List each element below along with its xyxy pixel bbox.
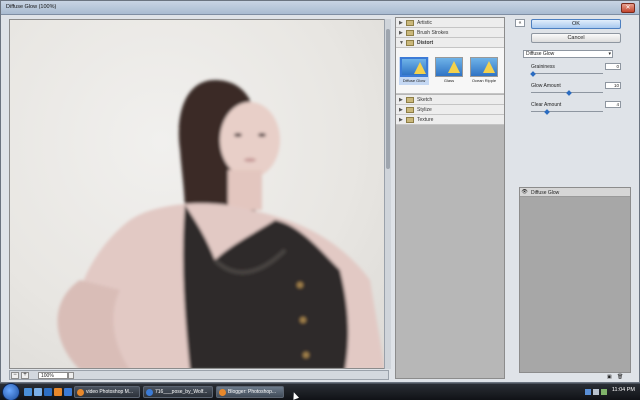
param-label: Graininess [531, 64, 555, 70]
clear-amount-input[interactable]: 4 [605, 101, 621, 108]
category-label: Distort [417, 40, 434, 46]
tray-app-icon[interactable] [601, 389, 607, 395]
folder-icon [406, 117, 414, 123]
layer-footer: ▣ 🗑 [519, 374, 631, 380]
preview-image [10, 20, 388, 368]
folder-icon [406, 30, 414, 36]
effect-layer-name: Diffuse Glow [531, 190, 560, 196]
chevron-right-icon: ▶ [399, 107, 403, 113]
filter-thumb-diffuse-glow[interactable]: Diffuse Glow [399, 57, 429, 85]
category-label: Artistic [417, 20, 432, 26]
effect-layer-row[interactable]: 👁 Diffuse Glow [520, 188, 630, 197]
task-label: Blogger: Photoshop... [228, 389, 277, 395]
category-label: Brush Strokes [417, 30, 449, 36]
task-label: video Photoshop M... [86, 389, 133, 395]
category-brush-strokes[interactable]: ▶ Brush Strokes [396, 28, 504, 38]
filter-gallery-panel: ▶ Artistic ▶ Brush Strokes ▼ Distort Dif… [395, 17, 505, 379]
taskbar-item-video-photoshop[interactable]: video Photoshop M... [74, 386, 140, 398]
category-label: Stylize [417, 107, 432, 113]
category-distort[interactable]: ▼ Distort [396, 38, 504, 48]
zoom-out-button[interactable]: − [11, 372, 19, 379]
param-label: Glow Amount [531, 83, 561, 89]
screen: Diffuse Glow (100%) ✕ − + 100% ▶ Artisti… [0, 0, 640, 400]
clock[interactable]: 11:04 PM [612, 387, 635, 393]
taskbar-item-blogger[interactable]: Blogger: Photoshop... [216, 386, 284, 398]
volume-icon[interactable] [593, 389, 599, 395]
cancel-button[interactable]: Cancel [531, 33, 621, 43]
zoom-level-field[interactable]: 100% [38, 372, 68, 379]
show-desktop-icon[interactable] [24, 388, 32, 396]
start-button[interactable] [2, 383, 20, 400]
firefox-icon [219, 389, 226, 396]
title-bar: Diffuse Glow (100%) ✕ [1, 1, 639, 15]
preview-pane[interactable] [9, 19, 389, 369]
photoshop-icon [146, 389, 153, 396]
chevron-right-icon: ▶ [399, 97, 403, 103]
firefox-icon [77, 389, 84, 396]
portrait-photo [57, 80, 385, 368]
network-icon[interactable] [585, 389, 591, 395]
folder-icon [406, 97, 414, 103]
browser-icon[interactable] [44, 388, 52, 396]
close-button[interactable]: ✕ [621, 3, 635, 13]
task-label: 716___pose_by_Wolf... [155, 389, 208, 395]
filter-preview-icon [435, 57, 463, 77]
param-clear-amount: Clear Amount 4 [531, 101, 621, 120]
param-label: Clear Amount [531, 102, 562, 108]
zoom-in-button[interactable]: + [21, 372, 29, 379]
trash-icon[interactable]: 🗑 [617, 374, 623, 380]
filter-select[interactable]: Diffuse Glow ▾ [523, 50, 613, 58]
new-layer-icon[interactable]: ▣ [607, 374, 612, 380]
collapse-gallery-button[interactable]: « [515, 19, 525, 27]
filter-label: Glass [443, 78, 455, 83]
filter-thumb-ocean-ripple[interactable]: Ocean Ripple [469, 57, 499, 85]
folder-icon [406, 107, 414, 113]
category-stylize[interactable]: ▶ Stylize [396, 105, 504, 115]
filter-label: Diffuse Glow [402, 78, 426, 83]
chevron-down-icon: ▼ [399, 40, 404, 46]
zoom-bar: − + 100% [9, 370, 389, 380]
param-graininess: Graininess 0 [530, 63, 621, 82]
glow-amount-input[interactable]: 10 [605, 82, 621, 89]
taskbar-item-pose-image[interactable]: 716___pose_by_Wolf... [143, 386, 213, 398]
window-title: Diffuse Glow (100%) [6, 4, 57, 10]
scroll-thumb[interactable] [386, 29, 390, 169]
chevron-right-icon: ▶ [399, 20, 403, 26]
preview-scrollbar[interactable] [384, 19, 391, 369]
filter-preview-icon [470, 57, 498, 77]
filter-thumb-glass[interactable]: Glass [434, 57, 464, 85]
switch-windows-icon[interactable] [34, 388, 42, 396]
chevron-right-icon: ▶ [399, 30, 403, 36]
graininess-input[interactable]: 0 [605, 63, 621, 70]
effect-layers-panel: 👁 Diffuse Glow [519, 187, 631, 373]
filter-preview-icon [400, 57, 428, 77]
filter-select-value: Diffuse Glow [526, 51, 555, 57]
slider-track[interactable] [531, 73, 603, 74]
category-sketch[interactable]: ▶ Sketch [396, 95, 504, 105]
chevron-right-icon: ▶ [399, 117, 403, 123]
filter-label: Ocean Ripple [471, 78, 497, 83]
category-label: Sketch [417, 97, 433, 103]
folder-icon [406, 20, 414, 26]
distort-filters: Diffuse Glow Glass Ocean Ripple [396, 48, 504, 94]
slider-track[interactable] [531, 111, 603, 112]
photoshop-icon[interactable] [64, 388, 72, 396]
category-label: Texture [417, 117, 434, 123]
folder-open-icon [406, 40, 414, 46]
category-artistic[interactable]: ▶ Artistic [396, 18, 504, 28]
param-glow-amount: Glow Amount 10 [531, 82, 621, 101]
filter-gallery-dialog: Diffuse Glow (100%) ✕ − + 100% ▶ Artisti… [0, 0, 640, 383]
zoom-dropdown[interactable] [68, 372, 74, 379]
ok-button[interactable]: OK [531, 19, 621, 29]
category-texture[interactable]: ▶ Texture [396, 115, 504, 125]
eye-icon[interactable]: 👁 [521, 189, 528, 195]
firefox-icon[interactable] [54, 388, 62, 396]
taskbar: video Photoshop M... 716___pose_by_Wolf.… [0, 383, 640, 400]
settings-panel: « OK Cancel Diffuse Glow ▾ Graininess 0 … [513, 17, 637, 380]
chevron-down-icon: ▾ [608, 51, 611, 57]
